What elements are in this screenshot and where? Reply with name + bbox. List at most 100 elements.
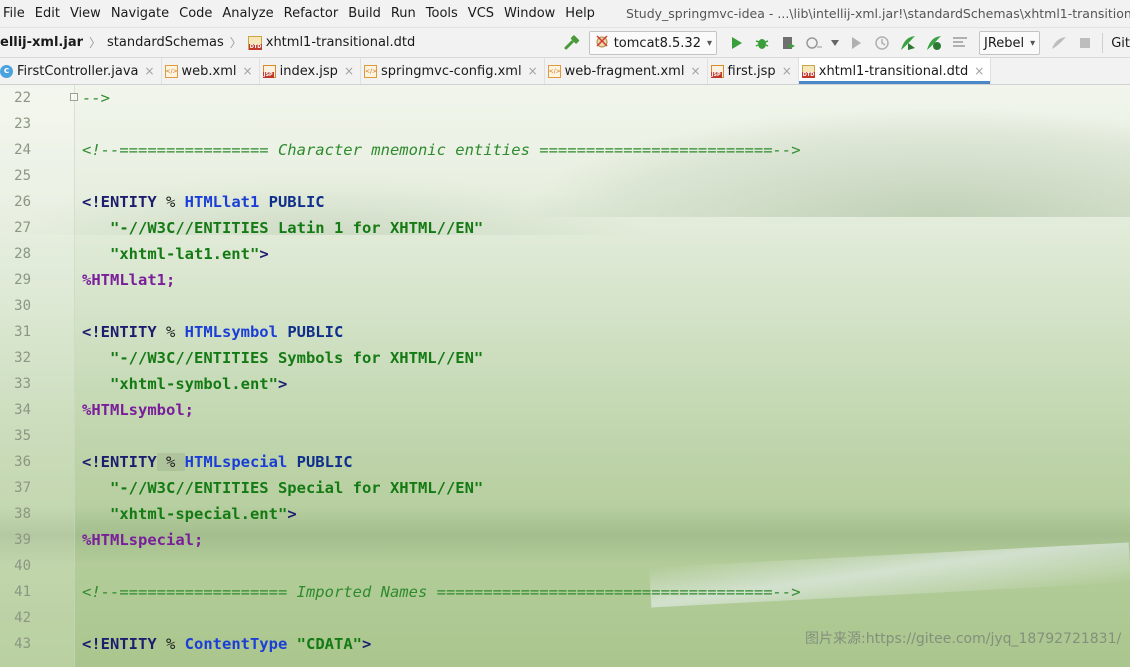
breadcrumb-file[interactable]: xhtml1-transitional.dtd: [247, 35, 415, 50]
code-text: %HTMLsymbol;: [82, 397, 194, 423]
code-line[interactable]: 39 %HTMLspecial;: [0, 527, 1130, 553]
line-number: 33: [14, 376, 31, 392]
chevron-right-icon: 〉: [89, 36, 102, 50]
menu-run[interactable]: Run: [386, 3, 421, 25]
jrebel-select-label: JRebel: [984, 35, 1025, 51]
profile-icon[interactable]: [803, 32, 825, 54]
tab-label: FirstController.java: [17, 63, 139, 79]
menu-window[interactable]: Window: [499, 3, 560, 25]
jrebel-run-icon[interactable]: [897, 32, 919, 54]
code-token: >: [287, 505, 297, 523]
code-editor[interactable]: 22 --> 23 24 <!--================ Character …: [0, 85, 1130, 667]
editor-tab-bar: c FirstController.java × web.xml × index…: [0, 58, 1130, 85]
code-line[interactable]: 41 <!--================== Imported Names …: [0, 579, 1130, 605]
code-token: %HTMLlat1;: [82, 271, 176, 289]
jsp-file-icon: [262, 64, 276, 78]
line-number: 35: [14, 428, 31, 444]
run-icon[interactable]: [725, 32, 747, 54]
code-token: %: [156, 635, 185, 653]
chevron-down-icon: ▾: [706, 37, 713, 49]
code-token: PUBLIC: [259, 193, 325, 211]
code-line[interactable]: 26 <!ENTITY % HTMLlat1 PUBLIC: [0, 189, 1130, 215]
code-line[interactable]: 25: [0, 163, 1130, 189]
line-number: 22: [14, 90, 31, 106]
line-number: 26: [14, 194, 31, 210]
java-class-icon: c: [0, 64, 13, 78]
tab-first-controller[interactable]: c FirstController.java ×: [0, 58, 162, 84]
tab-springmvc-config[interactable]: springmvc-config.xml ×: [361, 58, 545, 84]
close-icon[interactable]: ×: [974, 64, 984, 78]
menu-edit[interactable]: Edit: [30, 3, 65, 25]
code-token: %: [156, 453, 185, 471]
code-line[interactable]: 30: [0, 293, 1130, 319]
menu-code[interactable]: Code: [174, 3, 217, 25]
close-icon[interactable]: ×: [344, 64, 354, 78]
structure-icon[interactable]: [949, 32, 971, 54]
code-text: <!ENTITY % HTMLsymbol PUBLIC: [82, 319, 343, 345]
code-line[interactable]: 31 <!ENTITY % HTMLsymbol PUBLIC: [0, 319, 1130, 345]
tab-web-xml[interactable]: web.xml ×: [162, 58, 260, 84]
menu-help[interactable]: Help: [560, 3, 600, 25]
menu-tools[interactable]: Tools: [421, 3, 463, 25]
close-icon[interactable]: ×: [782, 64, 792, 78]
git-menu[interactable]: Git: [1111, 36, 1130, 51]
jrebel-sync-icon[interactable]: [1048, 32, 1070, 54]
stop-icon[interactable]: [1074, 32, 1096, 54]
tab-web-fragment[interactable]: web-fragment.xml ×: [545, 58, 708, 84]
build-hammer-icon[interactable]: [561, 32, 583, 54]
tab-label: index.jsp: [279, 63, 338, 79]
menu-build[interactable]: Build: [343, 3, 386, 25]
code-line[interactable]: 28 "xhtml-lat1.ent">: [0, 241, 1130, 267]
code-line[interactable]: 32 "-//W3C//ENTITIES Symbols for XHTML//…: [0, 345, 1130, 371]
run-configuration-label: tomcat8.5.32: [613, 35, 701, 51]
close-icon[interactable]: ×: [243, 64, 253, 78]
code-token: HTMLspecial: [184, 453, 288, 471]
code-line[interactable]: 40: [0, 553, 1130, 579]
jrebel-debug-icon[interactable]: [923, 32, 945, 54]
update-app-icon[interactable]: [871, 32, 893, 54]
coverage-icon[interactable]: [777, 32, 799, 54]
tab-label: first.jsp: [727, 63, 776, 79]
code-token: %: [156, 193, 185, 211]
menu-navigate[interactable]: Navigate: [106, 3, 174, 25]
fold-icon[interactable]: [70, 93, 78, 101]
menu-file[interactable]: File: [0, 3, 30, 25]
close-icon[interactable]: ×: [144, 64, 154, 78]
code-token: "-//W3C//ENTITIES Symbols for XHTML//EN": [82, 349, 484, 367]
breadcrumb-folder[interactable]: standardSchemas: [107, 35, 224, 50]
code-line[interactable]: 29 %HTMLlat1;: [0, 267, 1130, 293]
tab-label: web.xml: [181, 63, 237, 79]
code-line[interactable]: 38 "xhtml-special.ent">: [0, 501, 1130, 527]
code-line[interactable]: 35: [0, 423, 1130, 449]
code-line[interactable]: 33 "xhtml-symbol.ent">: [0, 371, 1130, 397]
code-line[interactable]: 27 "-//W3C//ENTITIES Latin 1 for XHTML//…: [0, 215, 1130, 241]
resume-icon[interactable]: [845, 32, 867, 54]
breadcrumb-jar[interactable]: ellij-xml.jar: [0, 35, 83, 50]
menu-refactor[interactable]: Refactor: [279, 3, 344, 25]
run-configuration-select[interactable]: tomcat8.5.32 ▾: [588, 31, 718, 55]
code-line[interactable]: 37 "-//W3C//ENTITIES Special for XHTML//…: [0, 475, 1130, 501]
code-line[interactable]: 34 %HTMLsymbol;: [0, 397, 1130, 423]
tab-xhtml1-transitional-dtd[interactable]: xhtml1-transitional.dtd ×: [798, 58, 992, 84]
debug-icon[interactable]: [751, 32, 773, 54]
menu-view[interactable]: View: [65, 3, 106, 25]
chevron-down-icon[interactable]: [829, 32, 841, 54]
code-line[interactable]: 22 -->: [0, 85, 1130, 111]
menu-bar: File Edit View Navigate Code Analyze Ref…: [0, 0, 1130, 28]
navigation-bar: ellij-xml.jar 〉 standardSchemas 〉 xhtml1…: [0, 28, 1130, 58]
tab-index-jsp[interactable]: index.jsp ×: [260, 58, 361, 84]
window-title: Study_springmvc-idea - ...\lib\intellij-…: [625, 6, 1130, 21]
close-icon[interactable]: ×: [528, 64, 538, 78]
code-line[interactable]: 23: [0, 111, 1130, 137]
code-line[interactable]: 36 <!ENTITY % HTMLspecial PUBLIC: [0, 449, 1130, 475]
line-number: 24: [14, 142, 31, 158]
tab-first-jsp[interactable]: first.jsp ×: [708, 58, 799, 84]
code-line[interactable]: 24 <!--================ Character mnemoni…: [0, 137, 1130, 163]
menu-analyze[interactable]: Analyze: [217, 3, 278, 25]
code-token: >: [277, 375, 288, 393]
menu-vcs[interactable]: VCS: [463, 3, 499, 25]
breadcrumb-jar-label: ellij-xml.jar: [0, 35, 84, 50]
jrebel-select[interactable]: JRebel ▾: [979, 31, 1041, 55]
close-icon[interactable]: ×: [690, 64, 700, 78]
